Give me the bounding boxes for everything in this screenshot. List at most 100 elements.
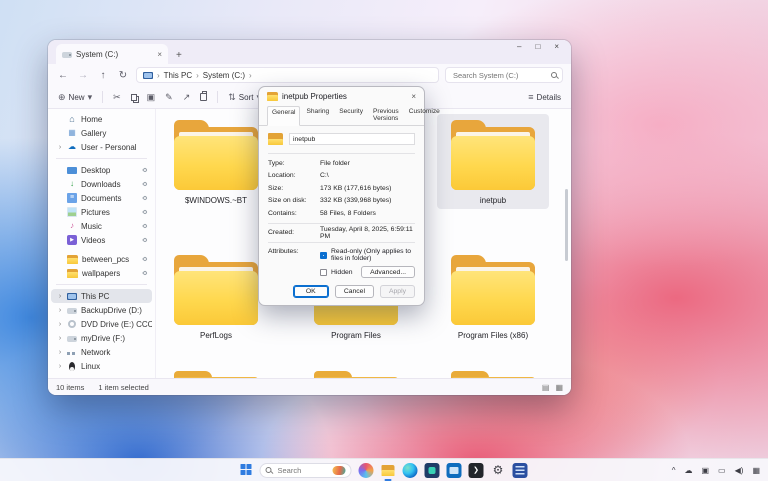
tab-customize[interactable]: Customize [405, 106, 444, 125]
copy-icon[interactable] [131, 94, 137, 101]
scrollbar[interactable] [563, 113, 570, 374]
dialog-body: Type: File folder Location: C:\ Size: 17… [259, 126, 424, 279]
breadcrumb-this-pc[interactable]: This PC [164, 71, 192, 80]
file-explorer-icon[interactable] [381, 463, 396, 478]
minimize-button[interactable]: – [517, 42, 521, 51]
details-button[interactable]: ≡ Details [528, 92, 561, 102]
chevron-right-icon[interactable]: › [57, 293, 63, 300]
sort-button[interactable]: ⇅ Sort ▾ [228, 92, 261, 103]
app-icon[interactable] [425, 463, 440, 478]
sidebar-item-this-pc[interactable]: › This PC [51, 289, 152, 303]
address-bar: ← → ↑ ↻ › This PC › System (C:) › [48, 64, 571, 86]
desktop-icon [67, 167, 77, 174]
cancel-button[interactable]: Cancel [335, 285, 374, 298]
chevron-right-icon[interactable]: › [57, 335, 63, 342]
sidebar-item-backupdrive[interactable]: › BackupDrive (D:) [51, 303, 152, 317]
sidebar-item-desktop[interactable]: Desktop [51, 163, 152, 177]
edge-icon[interactable] [403, 463, 418, 478]
terminal-icon[interactable]: ❯ [469, 463, 484, 478]
folder-name-row [268, 133, 415, 145]
sidebar-item-onedrive[interactable]: › ☁ User - Personal [51, 140, 152, 154]
notes-tray-icon[interactable]: ▣ [701, 466, 709, 475]
chevron-right-icon[interactable]: › [57, 144, 63, 151]
sidebar-item-music[interactable]: ♪ Music [51, 219, 152, 233]
sidebar-item-gallery[interactable]: ▦ Gallery [51, 126, 152, 140]
dialog-close-icon[interactable]: × [411, 92, 416, 101]
sidebar-item-wallpapers[interactable]: wallpapers [51, 266, 152, 280]
tab-sharing[interactable]: Sharing [302, 106, 333, 125]
hidden-checkbox[interactable] [320, 269, 327, 276]
folder-tile-program-files-x86[interactable]: Program Files (x86) [437, 249, 549, 344]
start-button[interactable] [241, 464, 253, 476]
new-tab-button[interactable]: + [176, 50, 182, 61]
breadcrumb[interactable]: › This PC › System (C:) › [136, 67, 439, 83]
apply-button[interactable]: Apply [380, 285, 415, 298]
tab-system-c[interactable]: System (C:) × [56, 44, 168, 64]
taskbar-search-input[interactable] [276, 465, 329, 476]
sidebar-item-home[interactable]: ⌂ Home [51, 112, 152, 126]
sidebar-item-linux[interactable]: › Linux [51, 359, 152, 373]
up-icon[interactable]: ↑ [96, 70, 110, 81]
breadcrumb-system-c[interactable]: System (C:) [203, 71, 245, 80]
rename-icon[interactable]: ✎ [165, 92, 173, 103]
advanced-button[interactable]: Advanced... [361, 266, 415, 278]
outlook-icon[interactable] [447, 463, 462, 478]
details-view-icon[interactable]: ▤ [542, 383, 550, 392]
sidebar-item-pictures[interactable]: Pictures [51, 205, 152, 219]
taskbar-search[interactable] [260, 463, 352, 478]
sidebar-item-between-pcs[interactable]: between_pcs [51, 252, 152, 266]
hidden-label: Hidden [331, 269, 353, 276]
explorer-search-input[interactable] [451, 70, 551, 81]
tray-app-icon[interactable]: ▦ [752, 466, 760, 475]
settings-icon[interactable]: ⚙ [491, 463, 506, 478]
tab-general[interactable]: General [267, 106, 300, 126]
close-button[interactable]: × [554, 42, 559, 51]
maximize-button[interactable]: □ [535, 42, 540, 51]
folder-tile-partial[interactable] [447, 371, 539, 378]
readonly-checkbox[interactable] [320, 252, 327, 259]
chevron-right-icon[interactable]: › [57, 363, 63, 370]
forward-icon[interactable]: → [76, 70, 90, 81]
share-icon[interactable]: ↗ [183, 92, 191, 103]
task-list-app-icon[interactable] [513, 463, 528, 478]
field-type: Type: File folder [268, 157, 415, 170]
sidebar-item-mydrive[interactable]: › myDrive (F:) [51, 331, 152, 345]
cut-icon[interactable]: ✂ [113, 92, 121, 103]
documents-icon: ≡ [67, 193, 77, 203]
chevron-right-icon[interactable]: › [57, 321, 63, 328]
sidebar-item-videos[interactable]: ▶ Videos [51, 233, 152, 247]
sidebar-item-dvd-drive[interactable]: › DVD Drive (E:) CCCOMA [51, 317, 152, 331]
field-label: Location: [268, 172, 320, 179]
scrollbar-thumb[interactable] [565, 189, 568, 261]
tab-close-icon[interactable]: × [157, 50, 162, 59]
explorer-search[interactable] [445, 67, 563, 83]
copilot-icon[interactable] [359, 463, 374, 478]
tab-security[interactable]: Security [335, 106, 367, 125]
sidebar-item-downloads[interactable]: ↓ Downloads [51, 177, 152, 191]
back-icon[interactable]: ← [56, 70, 70, 81]
new-button[interactable]: ⊕ New ▾ [58, 92, 92, 103]
folder-name-field[interactable] [289, 133, 415, 145]
sidebar-item-network[interactable]: › Network [51, 345, 152, 359]
display-tray-icon[interactable]: ▭ [718, 466, 726, 475]
sidebar-item-documents[interactable]: ≡ Documents [51, 191, 152, 205]
folder-tile-perflogs[interactable]: PerfLogs [160, 249, 272, 344]
chevron-right-icon[interactable]: › [57, 349, 63, 356]
onedrive-tray-icon[interactable]: ☁ [684, 466, 692, 475]
icons-view-icon[interactable]: ▦ [555, 383, 563, 392]
paste-icon[interactable]: ▣ [147, 92, 156, 103]
volume-icon[interactable]: ◀) [735, 466, 744, 475]
this-pc-icon [67, 293, 77, 300]
divider [268, 242, 415, 243]
tray-chevron-icon[interactable]: ^ [672, 466, 676, 475]
folder-tile-partial[interactable] [170, 371, 262, 378]
folder-tile-windows-bt[interactable]: $WINDOWS.~BT [160, 114, 272, 209]
delete-icon[interactable] [200, 93, 207, 101]
folder-tile-inetpub[interactable]: inetpub [437, 114, 549, 209]
dialog-title-bar[interactable]: inetpub Properties × [259, 87, 424, 106]
chevron-right-icon[interactable]: › [57, 307, 63, 314]
ok-button[interactable]: OK [293, 285, 329, 298]
folder-tile-partial[interactable] [310, 371, 402, 378]
refresh-icon[interactable]: ↻ [116, 70, 130, 81]
tab-previous-versions[interactable]: Previous Versions [369, 106, 403, 125]
